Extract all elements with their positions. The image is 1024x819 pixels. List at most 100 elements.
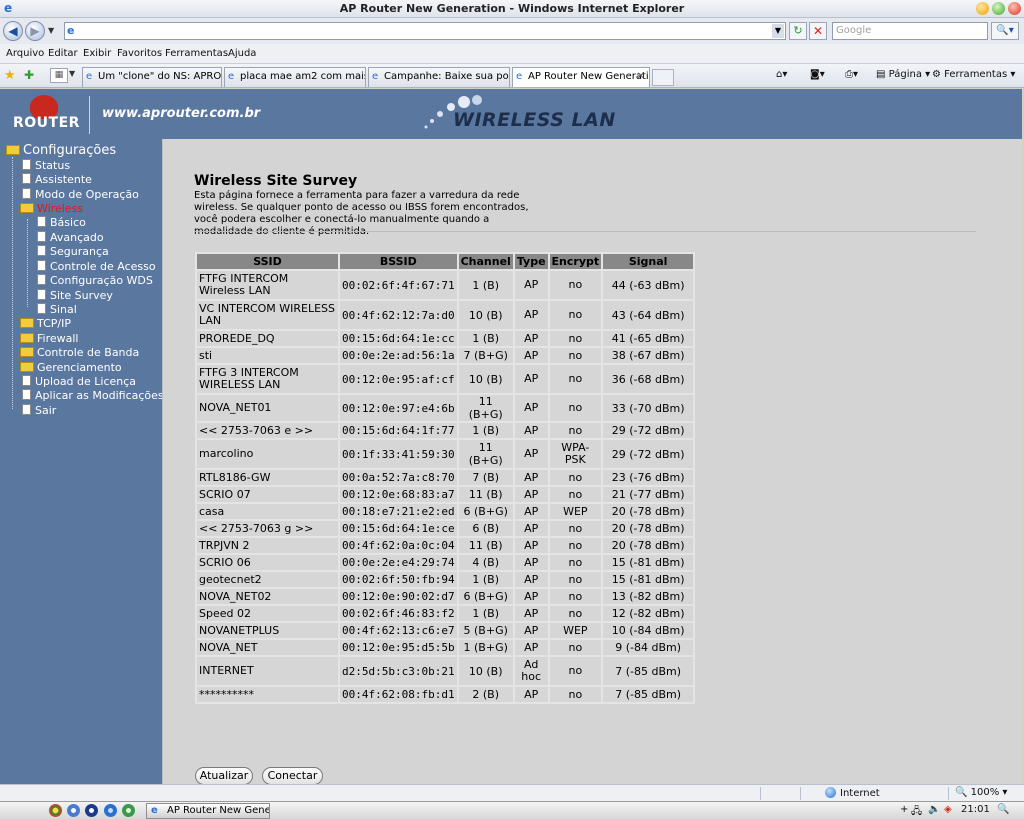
table-row[interactable]: FTFG 3 INTERCOM WIRELESS LAN 00:12:0e:95:… [197,365,694,393]
sidebar-item-tcpip[interactable]: TCP/IP [20,317,71,330]
sidebar-item-config-wds[interactable]: Configuração WDS [37,274,153,287]
table-row[interactable]: SCRIO 07 00:12:0e:68:83:a7 11 (B) AP no 21 (-… [197,487,694,502]
sidebar-item-basico[interactable]: Básico [37,216,86,229]
table-row[interactable]: FTFG INTERCOM Wireless LAN 00:02:6f:4f:67… [197,271,694,299]
feeds-icon[interactable]: ◙▾ [810,69,825,80]
browser-icon[interactable] [67,804,80,817]
table-header-row: SSID BSSID Channel Type Encrypt Signal [197,254,694,269]
tools-menu[interactable]: ⚙ Ferramentas ▾ [932,69,1015,80]
tray-antivirus-icon[interactable]: ◈ [944,804,952,815]
sidebar-item-sinal[interactable]: Sinal [37,303,77,316]
tab-clone-ns[interactable]: e Um "clone" do NS: APROUTE... [82,67,222,87]
new-tab-button[interactable] [652,69,674,86]
table-row[interactable]: Speed 02 00:02:6f:46:83:f2 1 (B) AP no 12 (-8… [197,606,694,621]
spotlight-search-icon[interactable]: 🔍 [997,804,1009,815]
cell-ssid: PROREDE_DQ [197,331,338,346]
cell-encrypt: no [549,348,602,363]
sidebar-item-wireless[interactable]: Wireless [20,202,83,215]
sidebar-item-controle-banda[interactable]: Controle de Banda [20,346,139,359]
stop-button[interactable]: ✕ [809,22,827,40]
connect-button[interactable]: Conectar [262,767,323,785]
sidebar-item-site-survey[interactable]: Site Survey [37,289,113,302]
address-dropdown-icon[interactable]: ▼ [772,24,784,38]
table-row[interactable]: VC INTERCOM WIRELESS LAN 00:4f:62:12:7a:d… [197,301,694,329]
search-input[interactable]: Google [832,22,988,40]
menu-ferramentas[interactable]: Ferramentas [165,48,228,59]
table-row[interactable]: casa 00:18:e7:21:e2:ed 6 (B+G) AP WEP 20 (-78… [197,504,694,519]
cell-signal: 20 (-78 dBm) [603,538,694,553]
table-row[interactable]: NOVA_NET02 00:12:0e:90:02:d7 6 (B+G) AP no 13… [197,589,694,604]
zoom-control[interactable]: 🔍 100% ▾ [955,787,1007,798]
table-row[interactable]: << 2753-7063 e >> 00:15:6d:64:1f:77 1 (B) A… [197,423,694,438]
tray-volume-icon[interactable]: 🔈 [928,804,940,815]
table-row[interactable]: NOVA_NET01 00:12:0e:97:e4:6b 11 (B+G) AP no 3… [197,395,694,421]
minimize-button[interactable] [976,2,989,15]
sidebar-item-avancado[interactable]: Avançado [37,231,104,244]
sidebar-item-aplicar[interactable]: Aplicar as Modificações [22,389,164,402]
sidebar-item-assistente[interactable]: Assistente [22,173,92,186]
sidebar-item-controle-acesso[interactable]: Controle de Acesso [37,260,156,273]
table-row[interactable]: NOVA_NET 00:12:0e:95:d5:5b 1 (B+G) AP no 9 (-… [197,640,694,655]
quick-tabs-icon[interactable]: ▦ [50,68,68,83]
table-row[interactable]: PROREDE_DQ 00:15:6d:64:1e:cc 1 (B) AP no 41 (… [197,331,694,346]
print-icon[interactable]: ⎙▾ [845,69,858,80]
maximize-button[interactable] [992,2,1005,15]
recent-pages-dropdown-icon[interactable]: ▼ [48,26,54,35]
menu-favoritos[interactable]: Favoritos [117,48,162,59]
media-player-icon[interactable] [85,804,98,817]
page-menu[interactable]: ▤ Página ▾ [876,69,930,80]
chrome-icon[interactable] [49,804,62,817]
sidebar-item-firewall[interactable]: Firewall [20,332,78,345]
tree-root-configuracoes[interactable]: Configurações [6,143,116,158]
menu-arquivo[interactable]: Arquivo [6,48,44,59]
back-button[interactable]: ◀ [3,21,23,41]
cell-encrypt: no [549,487,602,502]
home-icon[interactable]: ⌂▾ [776,69,787,80]
security-zone[interactable]: Internet [825,787,880,799]
table-row[interactable]: ********** 00:4f:62:08:fb:d1 2 (B) AP no 7 (-… [197,687,694,702]
table-row[interactable]: INTERNET d2:5d:5b:c3:0b:21 10 (B) Ad hoc no 7… [197,657,694,685]
zoom-level: 100% [970,787,1000,798]
search-button[interactable]: 🔍▾ [991,22,1019,40]
address-input[interactable]: e ▼ [64,22,786,40]
tab-campanhe[interactable]: e Campanhe: Baixe sua potênc... [368,67,510,87]
title-bar: e AP Router New Generation - Windows Int… [0,0,1024,18]
table-row[interactable]: SCRIO 06 00:0e:2e:e4:29:74 4 (B) AP no 15 (-8… [197,555,694,570]
close-window-button[interactable] [1008,2,1021,15]
sidebar-item-upload-licenca[interactable]: Upload de Licença [22,375,136,388]
sidebar-item-seguranca[interactable]: Segurança [37,245,109,258]
cell-bssid: 00:4f:62:0a:0c:04 [340,538,457,553]
refresh-survey-button[interactable]: Atualizar [195,767,253,785]
menu-editar[interactable]: Editar [48,48,78,59]
table-row[interactable]: << 2753-7063 g >> 00:15:6d:64:1e:ce 6 (B) A… [197,521,694,536]
ie-quicklaunch-icon[interactable] [104,804,117,817]
add-favorite-icon[interactable]: ✚ [24,68,34,82]
network-icon[interactable] [122,804,135,817]
table-row[interactable]: sti 00:0e:2e:ad:56:1a 7 (B+G) AP no 38 (-67 d… [197,348,694,363]
tray-add-icon[interactable]: + [900,804,908,815]
sidebar-item-sair[interactable]: Sair [22,404,56,417]
sidebar-item-gerenciamento[interactable]: Gerenciamento [20,361,122,374]
forward-button[interactable]: ▶ [25,21,45,41]
menu-ajuda[interactable]: Ajuda [228,48,256,59]
table-row[interactable]: NOVANETPLUS 00:4f:62:13:c6:e7 5 (B+G) AP WEP… [197,623,694,638]
tab-placa-mae[interactable]: e placa mae am2 com mais de ... [224,67,366,87]
taskbar-window-button[interactable]: e AP Router New Gene... [146,803,270,819]
tab-list-dropdown-icon[interactable]: ▼ [69,69,75,78]
sidebar-item-modo-operacao[interactable]: Modo de Operação [22,188,139,201]
cell-channel: 10 (B) [458,301,513,329]
tab-ap-router[interactable]: e AP Router New Generation ✕ [512,67,650,87]
favorites-star-icon[interactable]: ★ [4,68,16,83]
cell-ssid: NOVA_NET01 [197,395,338,421]
table-row[interactable]: RTL8186-GW 00:0a:52:7a:c8:70 7 (B) AP no 23 (… [197,470,694,485]
sidebar-item-status[interactable]: Status [22,159,70,172]
cell-signal: 15 (-81 dBm) [603,555,694,570]
table-row[interactable]: geotecnet2 00:02:6f:50:fb:94 1 (B) AP no 15 (… [197,572,694,587]
main-content: Wireless Site Survey Esta página fornece… [162,139,1022,785]
menu-exibir[interactable]: Exibir [83,48,111,59]
refresh-button[interactable]: ↻ [789,22,807,40]
close-tab-icon[interactable]: ✕ [637,68,645,86]
table-row[interactable]: marcolino 00:1f:33:41:59:30 11 (B+G) AP WPA-… [197,440,694,468]
table-row[interactable]: TRPJVN 2 00:4f:62:0a:0c:04 11 (B) AP no 20 (-… [197,538,694,553]
tray-network-icon[interactable]: 🖧 [911,804,922,819]
